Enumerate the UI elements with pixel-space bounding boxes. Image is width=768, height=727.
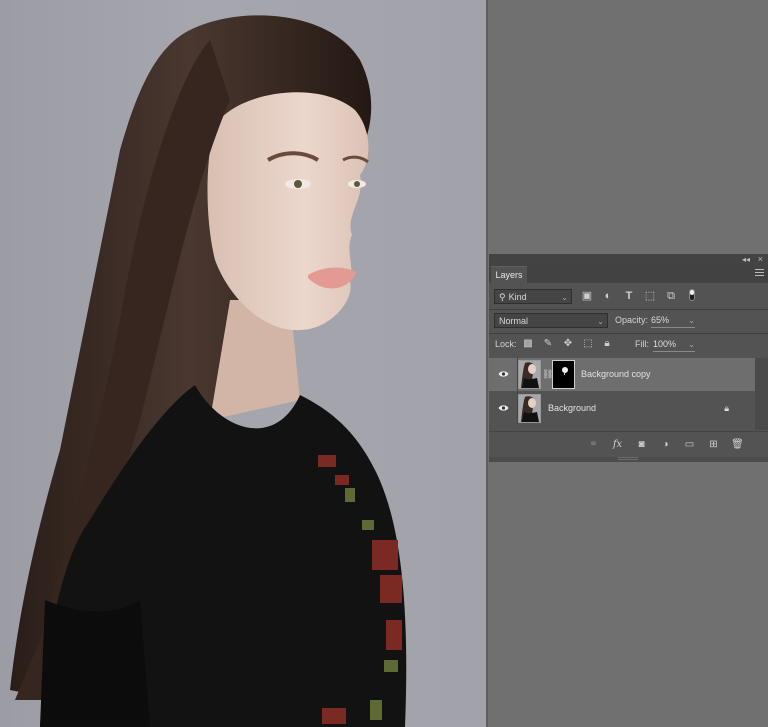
fx-icon[interactable]: fx: [611, 439, 624, 451]
layer-thumbnail[interactable]: [518, 394, 541, 423]
layers-bottom-toolbar: ⚭ fx ◙ ◑ ▭ ⊞ 🗑︎: [489, 431, 768, 457]
type-filter-icon[interactable]: T: [623, 290, 635, 302]
layer-thumbnail[interactable]: [518, 360, 541, 389]
pixel-filter-icon[interactable]: ▣: [581, 290, 593, 302]
add-mask-icon[interactable]: ◙: [635, 439, 648, 451]
lock-position-move-icon[interactable]: ✥: [562, 338, 574, 350]
filter-kind-label: Kind: [508, 292, 527, 302]
eye-icon[interactable]: [498, 370, 509, 378]
opacity-field[interactable]: 65% ⌄: [651, 314, 695, 328]
panel-tab-strip: Layers: [489, 266, 768, 284]
eye-icon[interactable]: [498, 404, 509, 412]
fill-label: Fill:: [635, 339, 649, 349]
link-layers-icon[interactable]: ⚭: [587, 439, 600, 451]
portrait-photo: [10, 15, 407, 727]
blend-row: Normal ⌄ Opacity: 65% ⌄: [489, 310, 768, 332]
panel-menu-icon[interactable]: [755, 269, 764, 278]
opacity-label: Opacity:: [615, 315, 649, 325]
new-layer-icon[interactable]: ⊞: [707, 439, 720, 451]
layers-scrollbar[interactable]: [755, 358, 768, 430]
smart-object-filter-icon[interactable]: ⧉: [665, 290, 677, 302]
lock-pixels-brush-icon[interactable]: ✎: [542, 338, 554, 350]
layer-name[interactable]: Background copy: [581, 358, 651, 391]
collapse-panel-icon[interactable]: ◂◂: [742, 255, 750, 265]
layers-panel: ◂◂ × Layers ⚲ Kind ⌄ ▣ ◐ T ⬚ ⧉ Normal ⌄ O…: [489, 254, 768, 462]
opacity-value: 65%: [651, 315, 670, 325]
document-canvas[interactable]: [0, 0, 486, 727]
layer-row-background-copy[interactable]: ⛓ Background copy: [489, 358, 755, 391]
tab-layers[interactable]: Layers: [491, 266, 527, 284]
chevron-down-icon: ⌄: [561, 293, 568, 302]
lock-artboard-icon[interactable]: ⬚: [582, 338, 594, 350]
close-icon[interactable]: ×: [758, 254, 763, 265]
chevron-down-icon[interactable]: ⌄: [688, 338, 695, 351]
lock-label: Lock:: [495, 339, 517, 349]
search-icon: ⚲: [499, 292, 506, 302]
lock-row: Lock: ▩ ✎ ✥ ⬚ 🔒︎ Fill: 100% ⌄: [489, 334, 768, 356]
layer-mask-thumbnail[interactable]: [552, 360, 575, 389]
layer-lock-icon: 🔒︎: [724, 403, 729, 413]
fill-field[interactable]: 100% ⌄: [653, 338, 695, 352]
adjustment-layer-icon[interactable]: ◑: [659, 439, 672, 451]
visibility-cell[interactable]: [489, 358, 518, 391]
resize-grip-icon[interactable]: [618, 457, 638, 460]
panel-header-bar[interactable]: ◂◂ ×: [489, 254, 768, 266]
chevron-down-icon: ⌄: [597, 317, 604, 326]
layer-row-background[interactable]: Background 🔒︎: [489, 392, 755, 425]
new-group-folder-icon[interactable]: ▭: [683, 439, 696, 451]
blend-mode-value: Normal: [499, 316, 529, 326]
layer-name[interactable]: Background: [548, 392, 596, 425]
canvas-edge: [486, 0, 488, 727]
filter-kind-dropdown[interactable]: ⚲ Kind ⌄: [494, 289, 572, 304]
adjustment-filter-icon[interactable]: ◐: [602, 290, 614, 302]
filter-toggle-icon[interactable]: [689, 289, 695, 301]
lock-all-icon[interactable]: 🔒︎: [601, 338, 613, 350]
chevron-down-icon[interactable]: ⌄: [688, 314, 695, 327]
trash-icon[interactable]: 🗑︎: [731, 439, 744, 451]
shape-filter-icon[interactable]: ⬚: [644, 290, 656, 302]
blend-mode-dropdown[interactable]: Normal ⌄: [494, 313, 608, 328]
lock-transparent-icon[interactable]: ▩: [522, 338, 534, 350]
layer-filter-row: ⚲ Kind ⌄ ▣ ◐ T ⬚ ⧉: [489, 286, 768, 308]
fill-value: 100%: [653, 339, 677, 349]
visibility-cell[interactable]: [489, 392, 518, 425]
